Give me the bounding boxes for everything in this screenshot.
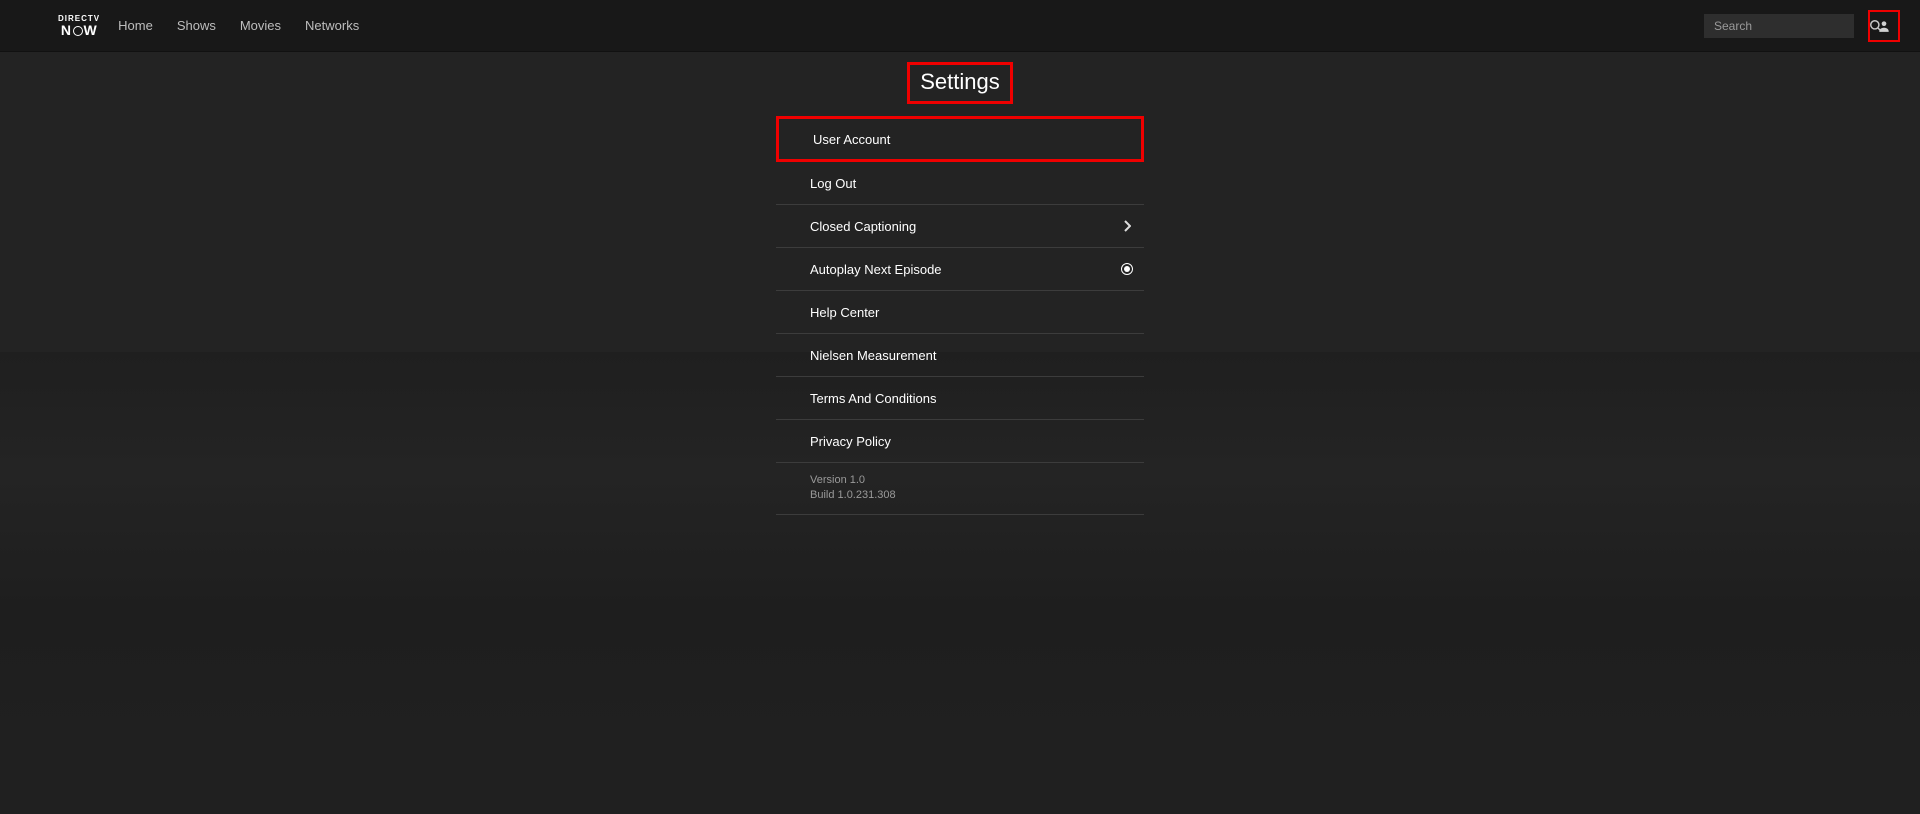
page-title: Settings — [920, 69, 1000, 95]
settings-item-label: User Account — [813, 132, 890, 147]
radio-on-icon[interactable] — [1118, 263, 1136, 275]
settings-item-closed-captioning[interactable]: Closed Captioning — [776, 205, 1144, 248]
header-right — [1704, 10, 1900, 42]
header-bar: DIRECTV N W Home Shows Movies Networks — [0, 0, 1920, 52]
nav-movies[interactable]: Movies — [240, 18, 281, 33]
search-box[interactable] — [1704, 14, 1854, 38]
top-nav: Home Shows Movies Networks — [118, 18, 359, 33]
settings-item-label: Terms And Conditions — [810, 391, 936, 406]
page-title-box: Settings — [907, 62, 1013, 104]
settings-list: User Account Log Out Closed Captioning A… — [776, 116, 1144, 515]
settings-item-label: Privacy Policy — [810, 434, 891, 449]
version-text: Version 1.0 — [810, 473, 1144, 488]
settings-item-label: Autoplay Next Episode — [810, 262, 942, 277]
settings-item-help-center[interactable]: Help Center — [776, 291, 1144, 334]
nav-shows[interactable]: Shows — [177, 18, 216, 33]
settings-item-label: Log Out — [810, 176, 856, 191]
settings-item-privacy[interactable]: Privacy Policy — [776, 420, 1144, 463]
profile-button[interactable] — [1868, 10, 1900, 42]
build-text: Build 1.0.231.308 — [810, 488, 1144, 503]
version-info: Version 1.0 Build 1.0.231.308 — [776, 463, 1144, 515]
app-logo[interactable]: DIRECTV N W — [58, 15, 100, 37]
settings-item-label: Help Center — [810, 305, 879, 320]
settings-item-label: Nielsen Measurement — [810, 348, 936, 363]
nav-home[interactable]: Home — [118, 18, 153, 33]
settings-item-log-out[interactable]: Log Out — [776, 162, 1144, 205]
settings-item-label: Closed Captioning — [810, 219, 916, 234]
settings-item-user-account[interactable]: User Account — [776, 116, 1144, 162]
settings-item-terms[interactable]: Terms And Conditions — [776, 377, 1144, 420]
logo-text-bottom: N W — [61, 23, 97, 37]
logo-circle-icon — [73, 26, 83, 36]
search-input[interactable] — [1714, 19, 1869, 33]
nav-networks[interactable]: Networks — [305, 18, 359, 33]
settings-item-nielsen[interactable]: Nielsen Measurement — [776, 334, 1144, 377]
settings-item-autoplay[interactable]: Autoplay Next Episode — [776, 248, 1144, 291]
content-area: Settings User Account Log Out Closed Cap… — [0, 52, 1920, 814]
person-icon — [1877, 19, 1891, 33]
chevron-right-icon — [1118, 220, 1136, 232]
